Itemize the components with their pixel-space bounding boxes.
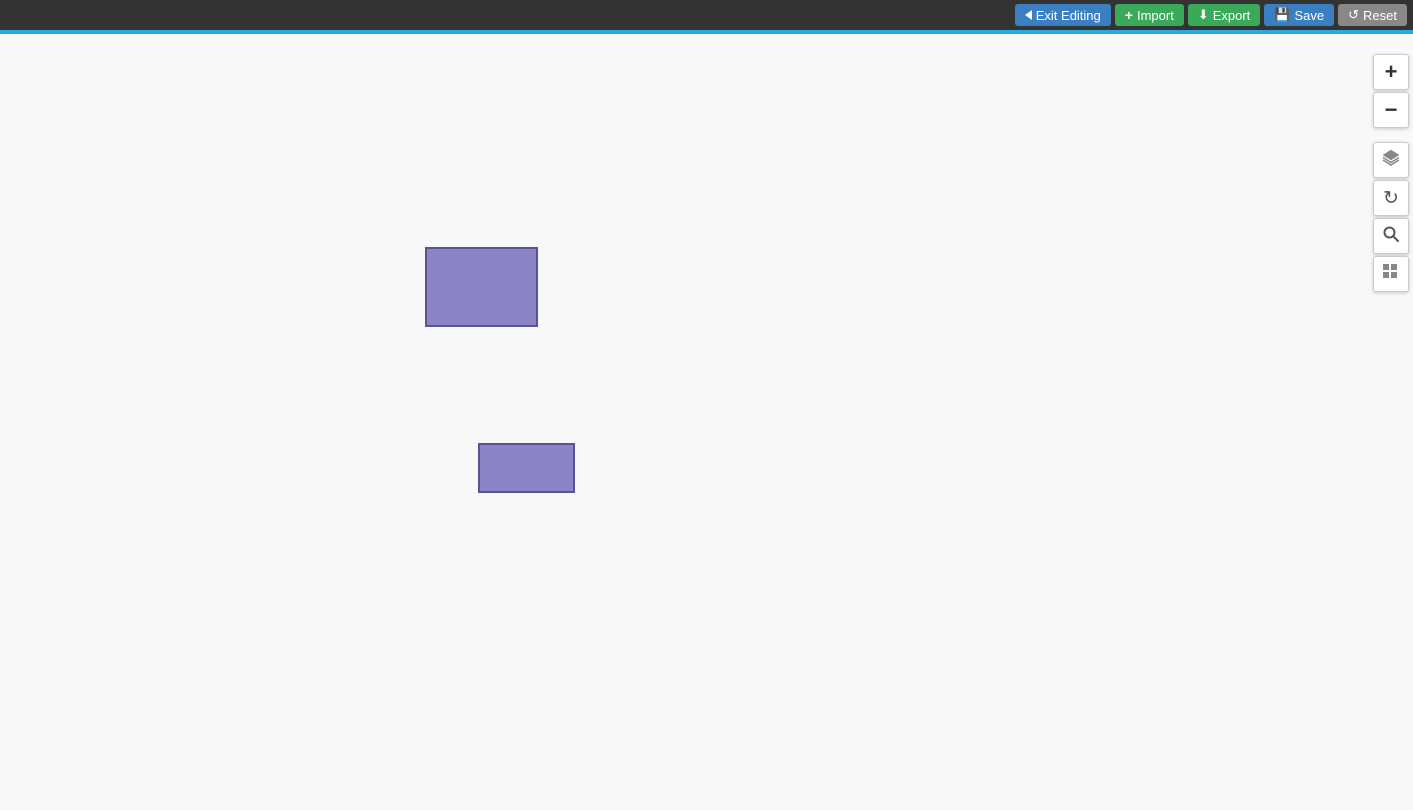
layers-icon	[1381, 148, 1401, 173]
grid-icon	[1382, 263, 1400, 286]
refresh-icon: ↻	[1383, 187, 1399, 210]
search-button[interactable]	[1373, 218, 1409, 254]
zoom-out-button[interactable]: −	[1373, 92, 1409, 128]
reset-icon: ↺	[1348, 7, 1359, 23]
reset-label: Reset	[1363, 8, 1397, 23]
exit-editing-button[interactable]: Exit Editing	[1015, 4, 1111, 26]
download-icon: ⬇	[1198, 7, 1209, 23]
search-icon	[1382, 225, 1400, 248]
arrow-left-icon	[1025, 10, 1032, 20]
canvas-area[interactable]	[0, 34, 1413, 810]
import-button[interactable]: + Import	[1115, 4, 1184, 26]
map-rect-1[interactable]	[425, 247, 538, 327]
save-label: Save	[1294, 8, 1324, 23]
toolbar: Exit Editing + Import ⬇ Export 💾 Save ↺ …	[0, 0, 1413, 30]
plus-icon: +	[1125, 7, 1133, 23]
zoom-out-icon: −	[1385, 97, 1398, 123]
zoom-in-button[interactable]: +	[1373, 54, 1409, 90]
map-inner	[0, 34, 1413, 810]
zoom-in-icon: +	[1385, 59, 1398, 85]
refresh-button[interactable]: ↻	[1373, 180, 1409, 216]
export-button[interactable]: ⬇ Export	[1188, 4, 1260, 26]
control-spacer-1	[1373, 130, 1409, 140]
export-label: Export	[1213, 8, 1251, 23]
import-label: Import	[1137, 8, 1174, 23]
right-controls: + − ↻	[1369, 50, 1413, 296]
save-button[interactable]: 💾 Save	[1264, 4, 1334, 26]
grid-button[interactable]	[1373, 256, 1409, 292]
map-rect-2[interactable]	[478, 443, 575, 493]
accent-line	[0, 30, 1413, 34]
save-icon: 💾	[1274, 7, 1290, 23]
reset-button[interactable]: ↺ Reset	[1338, 4, 1407, 26]
layers-button[interactable]	[1373, 142, 1409, 178]
exit-editing-label: Exit Editing	[1036, 8, 1101, 23]
